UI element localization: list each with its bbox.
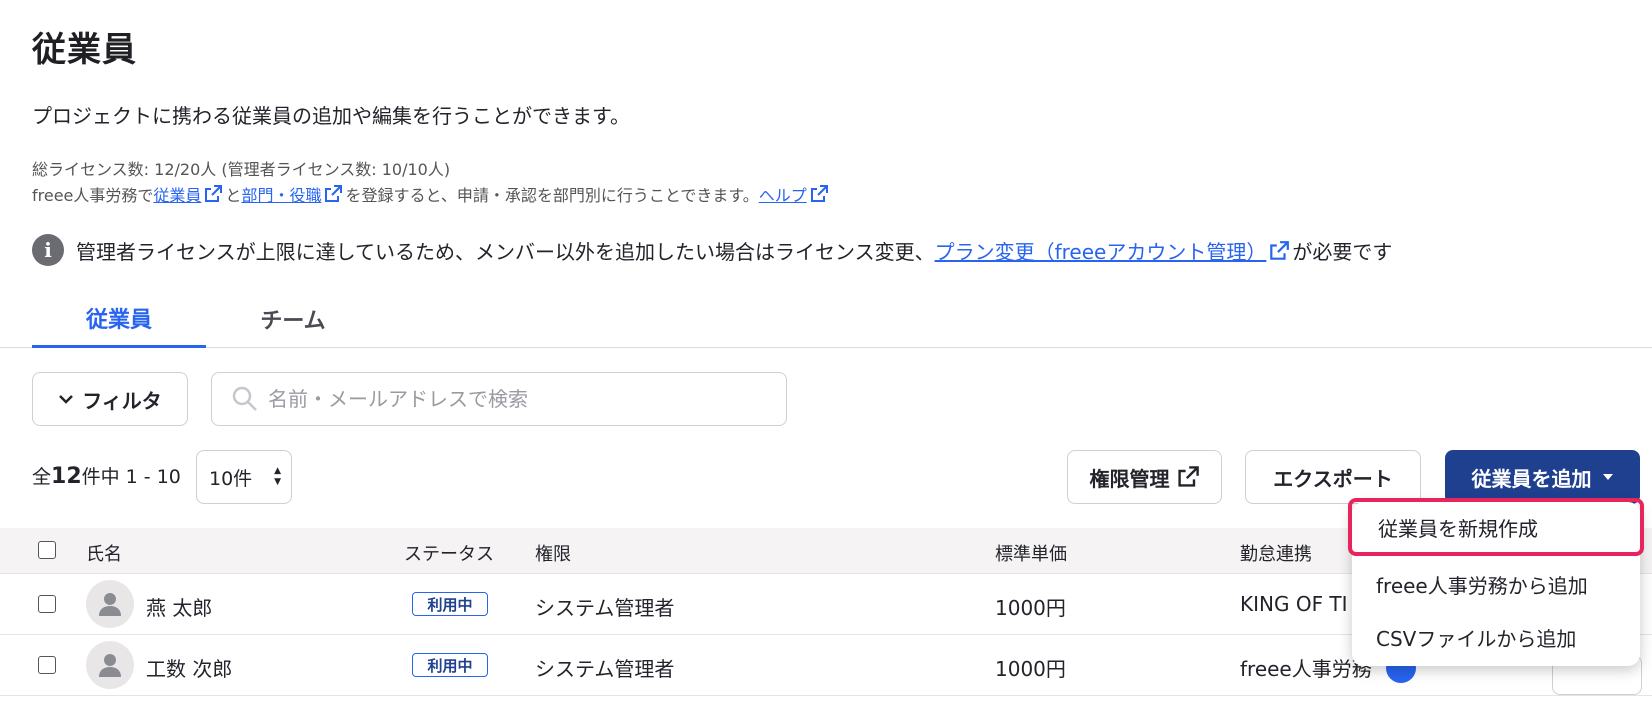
help-link[interactable]: ヘルプ xyxy=(759,186,807,205)
search-icon xyxy=(232,386,257,411)
employee-name: 工数 次郎 xyxy=(146,657,233,681)
notice-before: 管理者ライセンスが上限に達しているため、メンバー以外を追加したい場合はライセンス… xyxy=(76,239,935,264)
hr-and-text: と xyxy=(225,186,242,205)
header-role: 権限 xyxy=(535,544,571,565)
header-attendance: 勤怠連携 xyxy=(1240,544,1312,565)
employee-role: システム管理者 xyxy=(535,657,675,681)
hr-suffix-text: を登録すると、申請・承認を部門別に行うことできます。 xyxy=(345,186,759,205)
status-badge: 利用中 xyxy=(412,653,488,677)
employee-rate: 1000円 xyxy=(995,657,1066,681)
select-arrows-icon: ▲ ▼ xyxy=(274,466,281,487)
external-link-icon[interactable] xyxy=(809,184,829,204)
employee-role: システム管理者 xyxy=(535,596,675,620)
export-button[interactable]: エクスポート xyxy=(1245,450,1421,504)
external-link-icon[interactable] xyxy=(323,184,343,204)
page-title: 従業員 xyxy=(32,30,137,70)
license-count: 総ライセンス数: 12/20人 (管理者ライセンス数: 10/10人) xyxy=(32,160,451,179)
row-checkbox[interactable] xyxy=(38,656,56,674)
plan-change-link[interactable]: プラン変更（freeeアカウント管理） xyxy=(935,240,1267,264)
header-rate: 標準単価 xyxy=(995,544,1067,565)
search-box[interactable] xyxy=(211,372,787,426)
add-employee-label: 従業員を追加 xyxy=(1471,466,1592,491)
hr-integration-note: freee人事労務で従業員 と部門・役職 を登録すると、申請・承認を部門別に行うこと… xyxy=(32,183,831,209)
menu-item-add-from-csv[interactable]: CSVファイルから追加 xyxy=(1352,610,1640,664)
avatar xyxy=(86,580,134,628)
page-description: プロジェクトに携わる従業員の追加や編集を行うことができます。 xyxy=(32,104,630,128)
hr-department-link[interactable]: 部門・役職 xyxy=(241,186,321,205)
result-count: 全12件中 1 - 10 xyxy=(32,462,181,489)
hr-employee-link[interactable]: 従業員 xyxy=(153,186,201,205)
caret-down-icon xyxy=(1602,474,1613,480)
tab-bar: 従業員 チーム xyxy=(0,290,1652,348)
employee-attendance: KING OF TI xyxy=(1240,592,1348,616)
info-icon: i xyxy=(32,234,64,266)
permission-label: 権限管理 xyxy=(1089,466,1170,491)
row-checkbox[interactable] xyxy=(38,595,56,613)
menu-item-add-from-hr[interactable]: freee人事労務から追加 xyxy=(1352,557,1640,611)
hr-prefix-text: freee人事労務で xyxy=(32,186,154,205)
menu-item-create-new[interactable]: 従業員を新規作成 xyxy=(1348,498,1644,556)
license-notice: i 管理者ライセンスが上限に達しているため、メンバー以外を追加したい場合はライセ… xyxy=(32,234,1392,266)
filter-button[interactable]: フィルタ xyxy=(32,372,188,426)
user-icon xyxy=(99,593,121,616)
add-employee-menu: 従業員を新規作成 freee人事労務から追加 CSVファイルから追加 xyxy=(1348,498,1644,666)
external-link-icon xyxy=(1177,466,1199,487)
filter-label: フィルタ xyxy=(82,388,162,413)
per-page-value: 10件 xyxy=(209,467,253,490)
header-name: 氏名 xyxy=(86,544,122,565)
notice-after: が必要です xyxy=(1292,239,1393,264)
chevron-down-icon xyxy=(59,395,74,404)
external-link-icon[interactable] xyxy=(203,184,223,204)
tab-teams[interactable]: チーム xyxy=(206,290,380,348)
count-prefix: 全 xyxy=(32,466,52,488)
search-input[interactable] xyxy=(268,387,768,411)
permission-management-button[interactable]: 権限管理 xyxy=(1067,450,1222,504)
external-link-icon[interactable] xyxy=(1268,240,1290,262)
employee-name: 燕 太郎 xyxy=(146,596,213,620)
count-total: 12 xyxy=(51,464,82,489)
employee-rate: 1000円 xyxy=(995,596,1066,620)
avatar xyxy=(86,641,134,689)
tab-employees[interactable]: 従業員 xyxy=(32,290,206,348)
per-page-select[interactable]: 10件 ▲ ▼ xyxy=(196,450,292,504)
header-status: ステータス xyxy=(404,544,494,565)
add-employee-button[interactable]: 従業員を追加 xyxy=(1445,450,1640,504)
status-badge: 利用中 xyxy=(412,592,488,616)
count-suffix: 件中 1 - 10 xyxy=(81,466,181,488)
notice-text: 管理者ライセンスが上限に達しているため、メンバー以外を追加したい場合はライセンス… xyxy=(76,236,1392,265)
user-icon xyxy=(99,654,121,677)
select-all-checkbox[interactable] xyxy=(38,541,56,559)
license-info: 総ライセンス数: 12/20人 (管理者ライセンス数: 10/10人) free… xyxy=(32,157,831,209)
